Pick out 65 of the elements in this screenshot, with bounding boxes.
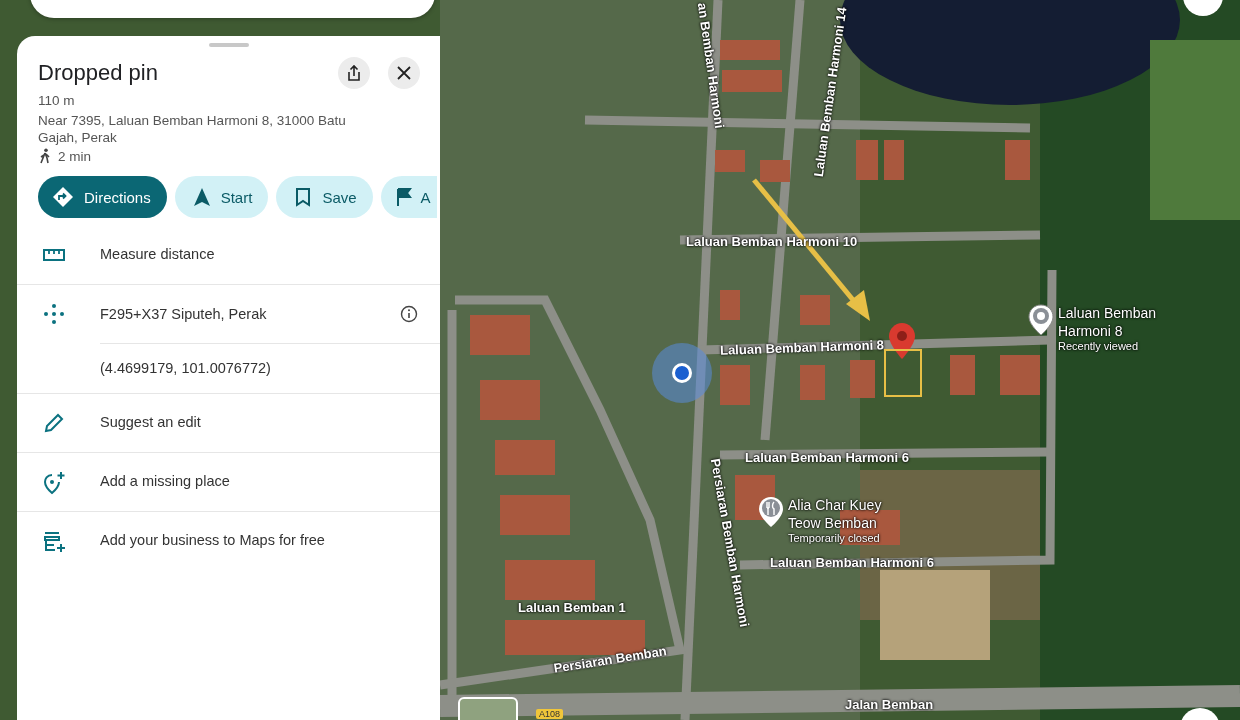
house-roof [950, 355, 975, 395]
street-label: Laluan Bemban Harmoni 6 [770, 555, 934, 570]
action-button[interactable]: Start [174, 176, 269, 218]
flag-icon [394, 187, 413, 207]
walking-icon [38, 148, 52, 164]
house-roof [884, 140, 904, 180]
dropped-pin-icon[interactable] [888, 322, 916, 360]
info-icon[interactable] [400, 305, 418, 323]
street-label: Laluan Bemban 1 [518, 600, 626, 615]
walk-time: 2 min [58, 148, 91, 164]
action-button[interactable]: A [380, 176, 437, 218]
action-button[interactable]: Save [276, 176, 373, 218]
house-roof [1000, 355, 1040, 395]
street-label: Laluan Bemban Harmoni 14 [810, 7, 850, 178]
house-roof [720, 40, 780, 60]
bookmark-icon [294, 187, 313, 207]
address-text: Near 7395, Laluan Bemban Harmoni 8, 31000 Batu Gajah, Perak [37, 112, 347, 146]
action-button[interactable]: Directions [38, 176, 167, 218]
restaurant-pin-icon[interactable] [758, 496, 784, 528]
house-roof [720, 365, 750, 405]
house-roof [470, 315, 530, 355]
house-roof [495, 440, 555, 475]
street-label: Jalan Bemban [845, 697, 934, 712]
add-location-icon [41, 471, 66, 495]
place-name[interactable]: Alia Char Kuey Teow Bemban [788, 496, 913, 532]
place-pin-icon[interactable] [1028, 304, 1054, 336]
place-status: Temporarily closed [788, 532, 881, 544]
place-name[interactable]: Laluan Bemban Harmoni 8 [1058, 304, 1183, 340]
house-roof [856, 140, 878, 180]
street-label: Laluan Bemban Harmoni 8 [719, 337, 885, 358]
menu-item[interactable]: Add your business to Maps for free [17, 511, 440, 570]
street-label: an Bemban Harmoni [694, 0, 728, 131]
place-title: Dropped pin [38, 60, 158, 86]
share-button[interactable] [338, 57, 370, 89]
house-roof [720, 290, 740, 320]
house-roof [800, 295, 830, 325]
distance-text: 110 m [37, 92, 76, 108]
drag-handle[interactable] [208, 43, 249, 47]
house-roof [480, 380, 540, 420]
location-dot-icon[interactable] [652, 343, 712, 403]
house-roof [850, 360, 875, 398]
directions-icon [52, 186, 74, 208]
place-status: Recently viewed [1058, 340, 1140, 352]
street-label: Persiaran Bemban [552, 643, 668, 676]
pencil-icon [42, 412, 65, 434]
navigation-arrow-icon [192, 187, 211, 207]
share-icon [345, 64, 363, 82]
menu-item[interactable]: Measure distance [17, 234, 440, 284]
coordinates-text[interactable]: (4.4699179, 101.0076772) [100, 343, 440, 393]
street-label: Laluan Bemban Harmoni 6 [745, 450, 909, 465]
plot-outline [884, 349, 922, 397]
house-roof [715, 150, 745, 172]
house-roof [760, 160, 790, 182]
close-icon [396, 65, 412, 81]
menu-item[interactable]: F295+X37 Siputeh, Perak (4.4699179, 101.0076772) [17, 284, 440, 393]
house-roof [800, 365, 825, 400]
ruler-icon [42, 248, 65, 262]
menu-item[interactable]: Add a missing place [17, 452, 440, 511]
route-shield: A108 [536, 709, 564, 719]
plus-code-icon [42, 303, 65, 325]
close-button[interactable] [388, 57, 420, 89]
house-roof [500, 495, 570, 535]
house-roof [1005, 140, 1030, 180]
menu-item[interactable]: Suggest an edit [17, 393, 440, 452]
add-business-icon [41, 530, 66, 554]
